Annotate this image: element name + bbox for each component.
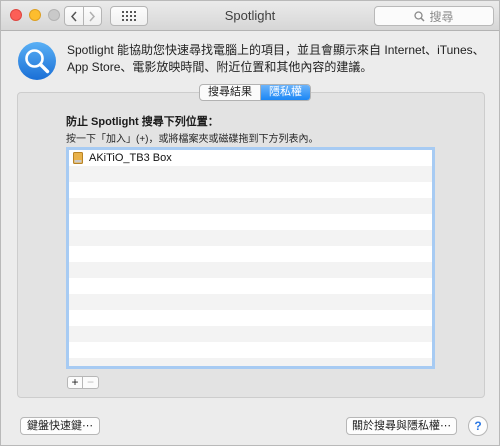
- tab-privacy[interactable]: 隱私權: [260, 85, 310, 100]
- spotlight-app-icon: [18, 42, 56, 80]
- list-item-label: AKiTiO_TB3 Box: [89, 152, 172, 164]
- empty-row: [69, 326, 432, 342]
- search-icon: [414, 10, 426, 22]
- empty-row: [69, 230, 432, 246]
- empty-row: [69, 358, 432, 366]
- preferences-window: Spotlight 搜尋 Spotlight 能協助您快速尋找電腦上的項目，並且…: [0, 0, 500, 446]
- list-item[interactable]: AKiTiO_TB3 Box: [69, 150, 432, 166]
- tab-search-results[interactable]: 搜尋結果: [200, 85, 260, 100]
- empty-row: [69, 342, 432, 358]
- keyboard-shortcuts-button[interactable]: 鍵盤快速鍵⋯: [20, 417, 100, 435]
- privacy-title: 防止 Spotlight 搜尋下列位置：: [66, 116, 219, 128]
- empty-row: [69, 310, 432, 326]
- help-button[interactable]: ?: [468, 416, 488, 436]
- excluded-locations-list[interactable]: AKiTiO_TB3 Box: [66, 147, 435, 369]
- privacy-hint: 按一下「加入」(+)，或將檔案夾或磁碟拖到下方列表內。: [66, 134, 319, 145]
- privacy-panel: 防止 Spotlight 搜尋下列位置： 按一下「加入」(+)，或將檔案夾或磁碟…: [17, 92, 485, 398]
- spotlight-description: Spotlight 能協助您快速尋找電腦上的項目，並且會顯示來自 Interne…: [67, 43, 485, 74]
- title-bar: Spotlight 搜尋: [1, 1, 499, 31]
- search-placeholder: 搜尋: [429, 9, 454, 24]
- empty-row: [69, 246, 432, 262]
- empty-row: [69, 214, 432, 230]
- external-disk-icon: [73, 152, 83, 164]
- empty-row: [69, 262, 432, 278]
- empty-row: [69, 182, 432, 198]
- empty-row: [69, 166, 432, 182]
- remove-location-button[interactable]: −: [83, 376, 99, 389]
- empty-row: [69, 278, 432, 294]
- tab-bar: 搜尋結果 隱私權: [199, 84, 311, 101]
- empty-row: [69, 294, 432, 310]
- empty-row: [69, 198, 432, 214]
- add-location-button[interactable]: +: [67, 376, 83, 389]
- search-field[interactable]: 搜尋: [374, 6, 494, 26]
- about-search-privacy-button[interactable]: 關於搜尋與隱私權⋯: [346, 417, 457, 435]
